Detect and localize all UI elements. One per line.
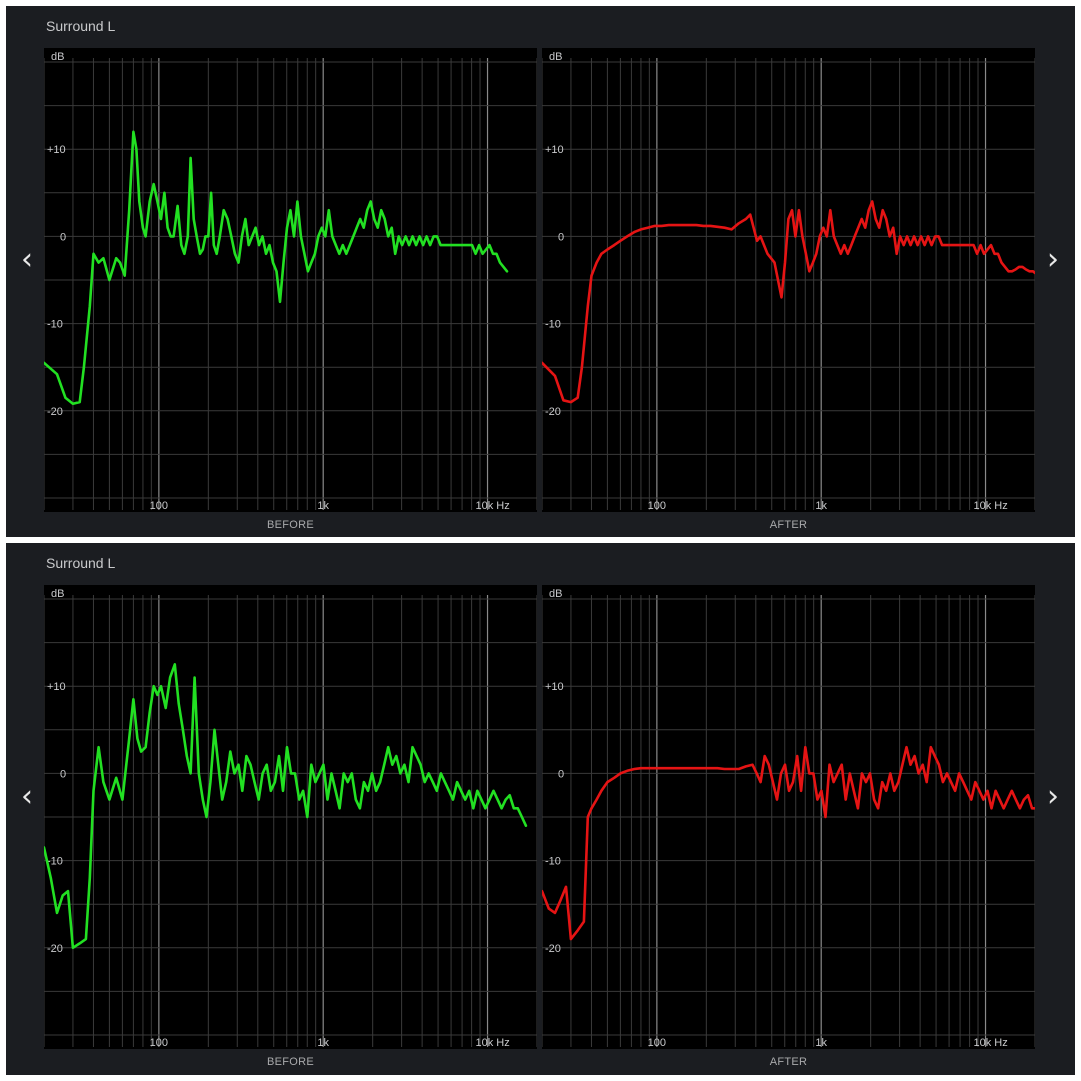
y-tick-label: 0 <box>558 768 564 780</box>
x-tick-label: 10k Hz <box>974 500 1008 512</box>
response-curve <box>44 130 509 406</box>
before-caption: BEFORE <box>266 1056 315 1068</box>
x-tick-label: 100 <box>150 500 168 512</box>
after-plot: dB +10 0 -10 -20 100 1k 10k Hz <box>542 48 1035 512</box>
chevron-right-icon[interactable]: › <box>1038 240 1068 280</box>
x-tick-label: 1k <box>815 1037 827 1049</box>
chevron-right-icon[interactable]: › <box>1038 777 1068 817</box>
y-axis-label: dB <box>549 51 562 63</box>
response-curve <box>44 663 528 950</box>
y-tick-label: -10 <box>545 319 561 331</box>
y-tick-label: 0 <box>60 231 66 243</box>
frequency-response-chart: dB +10 0 -10 -20 100 1k 10k Hz <box>44 51 537 512</box>
after-plot: dB +10 0 -10 -20 100 1k 10k Hz <box>542 585 1035 1049</box>
x-tick-label: 100 <box>648 500 666 512</box>
y-axis-label: dB <box>51 588 64 600</box>
y-tick-label: -20 <box>545 406 561 418</box>
y-tick-label: -20 <box>47 406 63 418</box>
frequency-response-chart: dB +10 0 -10 -20 100 1k 10k Hz <box>542 51 1035 512</box>
x-tick-label: 10k Hz <box>974 1037 1008 1049</box>
before-plot: dB +10 0 -10 -20 100 1k 10k Hz <box>44 48 537 512</box>
y-tick-label: +10 <box>545 681 564 693</box>
y-tick-label: -20 <box>545 943 561 955</box>
y-axis-label: dB <box>549 588 562 600</box>
panel-title: Surround L <box>46 18 116 34</box>
frequency-response-chart: dB+100-10-20100 1k 10k Hz <box>44 588 537 1049</box>
y-tick-label: +10 <box>545 144 564 156</box>
y-tick-label: 0 <box>558 231 564 243</box>
y-tick-label: -10 <box>545 856 561 868</box>
x-tick-label: 1k <box>317 1037 329 1049</box>
x-tick-label: 10k Hz <box>476 1037 510 1049</box>
before-caption: BEFORE <box>266 519 315 531</box>
graph-panel-top: Surround L ‹ dB +10 0 -10 -20 100 1k 10k Hz dB +… <box>6 6 1075 537</box>
y-tick-label: -10 <box>47 319 63 331</box>
chevron-left-icon[interactable]: ‹ <box>12 240 42 280</box>
y-tick-label: +10 <box>47 681 66 693</box>
response-curve <box>542 200 1035 404</box>
chevron-left-icon[interactable]: ‹ <box>12 777 42 817</box>
before-plot: dB +10 0 -10 -20 100 1k 10k Hz <box>44 585 537 1049</box>
y-tick-label: -20 <box>47 943 63 955</box>
x-tick-label: 10k Hz <box>476 500 510 512</box>
y-axis-label: dB <box>51 51 64 63</box>
after-caption: AFTER <box>769 1056 808 1068</box>
response-curve <box>542 745 1035 941</box>
y-tick-label: +10 <box>47 144 66 156</box>
y-tick-label: 0 <box>60 768 66 780</box>
x-tick-label: 100 <box>150 1037 168 1049</box>
graph-panel-bottom: Surround L ‹ dB +10 0 -10 -20 100 1k 10k Hz dB +… <box>6 543 1075 1075</box>
x-tick-label: 1k <box>317 500 329 512</box>
x-tick-label: 100 <box>648 1037 666 1049</box>
after-caption: AFTER <box>769 519 808 531</box>
panel-title: Surround L <box>46 555 116 571</box>
x-tick-label: 1k <box>815 500 827 512</box>
frequency-response-chart: dB +10 0 -10 -20 100 1k 10k Hz <box>542 588 1035 1049</box>
